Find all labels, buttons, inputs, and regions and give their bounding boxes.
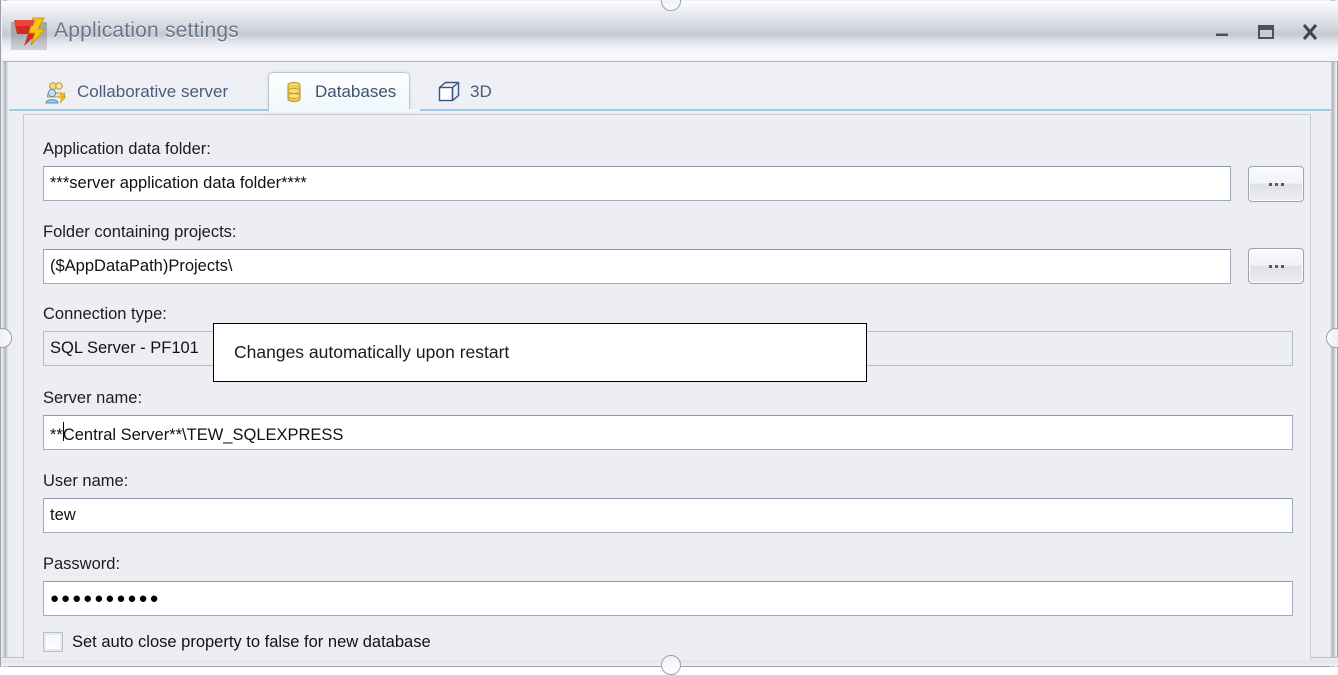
server-name-input[interactable]: **Central Server**\TEW_SQLEXPRESS (43, 415, 1293, 450)
user-name-label: User name: (43, 472, 129, 490)
minimize-icon (1216, 33, 1228, 36)
server-name-value: **Central Server**\TEW_SQLEXPRESS (50, 421, 343, 445)
maximize-button[interactable] (1244, 19, 1288, 45)
tab-strip: Collaborative server Databases 3D (9, 62, 1331, 112)
auto-close-checkbox[interactable] (43, 632, 63, 652)
tab-databases[interactable]: Databases (268, 72, 411, 110)
app-data-folder-browse-button[interactable] (1248, 166, 1304, 202)
app-data-folder-input[interactable]: ***server application data folder**** (43, 166, 1231, 201)
app-data-folder-label: Application data folder: (43, 140, 211, 158)
app-logo-icon (11, 16, 47, 50)
resize-grip-bottom[interactable] (661, 655, 681, 675)
tab-3d[interactable]: 3D (424, 74, 505, 110)
close-icon (1302, 24, 1318, 40)
text-caret (62, 421, 64, 441)
close-button[interactable] (1288, 19, 1332, 45)
resize-grip-right[interactable] (1326, 328, 1338, 348)
tooltip-popup: Changes automatically upon restart (213, 323, 867, 382)
database-icon (287, 81, 301, 102)
projects-folder-browse-button[interactable] (1248, 248, 1304, 284)
tooltip-text: Changes automatically upon restart (234, 342, 510, 362)
auto-close-label: Set auto close property to false for new… (72, 632, 431, 651)
password-label: Password: (43, 555, 121, 573)
connection-type-label: Connection type: (43, 305, 167, 323)
tab-label: Collaborative server (77, 82, 229, 101)
resize-grip-left[interactable] (0, 328, 12, 348)
tab-databases-active-cover (269, 109, 420, 112)
users-icon (45, 82, 67, 104)
ellipsis-icon (1268, 264, 1284, 268)
password-input[interactable]: ●●●●●●●●●● (43, 581, 1293, 616)
projects-folder-label: Folder containing projects: (43, 223, 237, 241)
tab-label: 3D (470, 82, 492, 101)
application-settings-window: Application settings Collaborative serve… (0, 0, 1338, 675)
tab-label: Databases (315, 81, 397, 101)
window-title: Application settings (54, 19, 239, 42)
ellipsis-icon (1268, 182, 1284, 186)
user-name-input[interactable]: tew (43, 498, 1293, 533)
server-name-label: Server name: (43, 389, 143, 407)
maximize-icon (1258, 25, 1274, 39)
auto-close-checkbox-row[interactable]: Set auto close property to false for new… (43, 632, 431, 652)
projects-folder-input[interactable]: ($AppDataPath)Projects\ (43, 249, 1231, 284)
minimize-button[interactable] (1200, 19, 1244, 45)
cube-icon (438, 81, 460, 102)
password-value: ●●●●●●●●●● (50, 590, 161, 607)
tab-collaborative-server[interactable]: Collaborative server (31, 74, 241, 110)
databases-settings-panel: Application data folder: ***server appli… (23, 114, 1311, 660)
